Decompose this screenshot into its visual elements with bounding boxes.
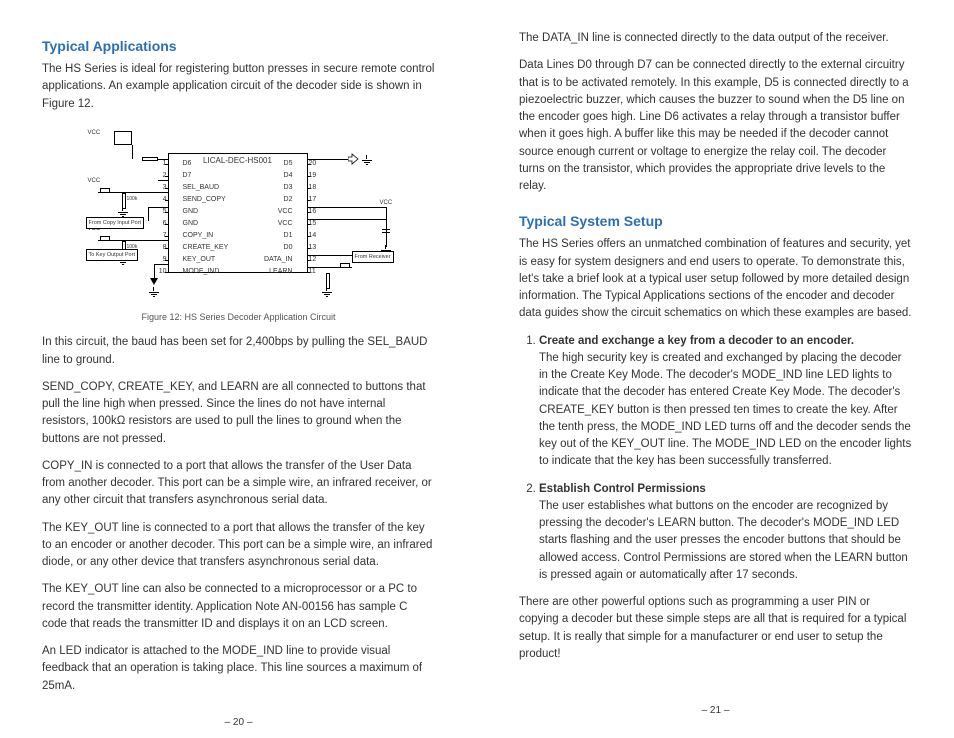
- pin-name: DATA_IN: [264, 255, 293, 266]
- intro-paragraph: The HS Series is ideal for registering b…: [42, 61, 435, 113]
- relay-symbol: [114, 131, 132, 145]
- pin-name: GND: [183, 207, 199, 218]
- paragraph: The KEY_OUT line is connected to a port …: [42, 520, 435, 572]
- pin-number: 11: [309, 267, 319, 278]
- pin-name: CREATE_KEY: [183, 243, 229, 254]
- paragraph: Data Lines D0 through D7 can be connecte…: [519, 57, 912, 195]
- figure-caption: Figure 12: HS Series Decoder Application…: [42, 311, 435, 325]
- list-item-title: Establish Control Permissions: [539, 483, 706, 495]
- ground-symbol: [322, 291, 332, 299]
- receiver-port-label: From Receiver: [352, 251, 394, 263]
- intro-paragraph: The HS Series offers an unmatched combin…: [519, 236, 912, 322]
- pin-row: 1D6D520: [169, 158, 307, 170]
- vcc-label: VCC: [88, 129, 101, 138]
- pin-name: D2: [284, 195, 293, 206]
- copy-port-label: From Copy Input Port: [86, 217, 145, 229]
- pin-name: D1: [284, 231, 293, 242]
- setup-steps-list: Create and exchange a key from a decoder…: [519, 333, 912, 595]
- figure-12: LICAL-DEC-HS001 1D6D5202D7D4193SEL_BAUDD…: [42, 129, 435, 309]
- pin-number: 17: [309, 195, 319, 206]
- pin-name: LEARN: [269, 267, 292, 278]
- pin-number: 13: [309, 243, 319, 254]
- pin-number: 19: [309, 171, 319, 182]
- pin-row: 9KEY_OUTDATA_IN12: [169, 254, 307, 266]
- pin-name: D7: [183, 171, 192, 182]
- pin-name: SEND_COPY: [183, 195, 226, 206]
- schematic-diagram: LICAL-DEC-HS001 1D6D5202D7D4193SEL_BAUDD…: [48, 129, 430, 309]
- pin-row: 5GNDVCC16: [169, 206, 307, 218]
- pin-name: D5: [284, 159, 293, 170]
- ground-symbol: [149, 291, 159, 299]
- pin-name: GND: [183, 219, 199, 230]
- list-item-body: The high security key is created and exc…: [539, 352, 911, 468]
- heading-system-setup: Typical System Setup: [519, 211, 912, 232]
- resistor-value: 100k: [127, 196, 138, 204]
- heading-typical-applications: Typical Applications: [42, 36, 435, 57]
- pin-row: 10MODE_INDLEARN11: [169, 266, 307, 278]
- right-page: The DATA_IN line is connected directly t…: [477, 30, 954, 718]
- list-item: Create and exchange a key from a decoder…: [539, 333, 912, 471]
- pin-name: D0: [284, 243, 293, 254]
- button-symbol: [98, 185, 112, 193]
- paragraph: SEND_COPY, CREATE_KEY, and LEARN are all…: [42, 379, 435, 448]
- resistor-symbol: [142, 157, 158, 161]
- paragraph: The DATA_IN line is connected directly t…: [519, 30, 912, 47]
- page-number: – 20 –: [42, 705, 435, 730]
- outro-paragraph: There are other powerful options such as…: [519, 594, 912, 663]
- button-symbol: [338, 260, 352, 268]
- pin-row: 3SEL_BAUDD318: [169, 182, 307, 194]
- pin-number: 18: [309, 183, 319, 194]
- pin-name: VCC: [278, 207, 293, 218]
- paragraph: The KEY_OUT line can also be connected t…: [42, 581, 435, 633]
- pin-number: 14: [309, 231, 319, 242]
- pin-name: D6: [183, 159, 192, 170]
- list-item-body: The user establishes what buttons on the…: [539, 500, 908, 581]
- pin-name: MODE_IND: [183, 267, 220, 278]
- page-number: – 21 –: [519, 693, 912, 718]
- pin-name: D4: [284, 171, 293, 182]
- pin-name: D3: [284, 183, 293, 194]
- pin-number: 20: [309, 159, 319, 170]
- pin-number: 16: [309, 207, 319, 218]
- pin-name: VCC: [278, 219, 293, 230]
- paragraph: In this circuit, the baud has been set f…: [42, 334, 435, 369]
- pin-name: KEY_OUT: [183, 255, 216, 266]
- led-symbol: [150, 278, 158, 285]
- button-symbol: [98, 233, 112, 241]
- pin-name: SEL_BAUD: [183, 183, 220, 194]
- pin-row: 4SEND_COPYD217: [169, 194, 307, 206]
- pin-row: 7COPY_IND114: [169, 230, 307, 242]
- pin-row: 8CREATE_KEYD013: [169, 242, 307, 254]
- key-port-label: To Key Output Port: [86, 249, 138, 261]
- pin-number: 15: [309, 219, 319, 230]
- paragraph: An LED indicator is attached to the MODE…: [42, 643, 435, 695]
- pin-row: 6GNDVCC15: [169, 218, 307, 230]
- pin-name: COPY_IN: [183, 231, 214, 242]
- list-item-title: Create and exchange a key from a decoder…: [539, 335, 854, 347]
- ground-symbol: [362, 159, 372, 167]
- ic-chip: LICAL-DEC-HS001 1D6D5202D7D4193SEL_BAUDD…: [168, 153, 308, 273]
- piezo-symbol: [348, 152, 360, 166]
- pin-number: 12: [309, 255, 319, 266]
- pin-row: 2D7D419: [169, 170, 307, 182]
- list-item: Establish Control Permissions The user e…: [539, 481, 912, 585]
- left-page: Typical Applications The HS Series is id…: [0, 30, 477, 718]
- paragraph: COPY_IN is connected to a port that allo…: [42, 458, 435, 510]
